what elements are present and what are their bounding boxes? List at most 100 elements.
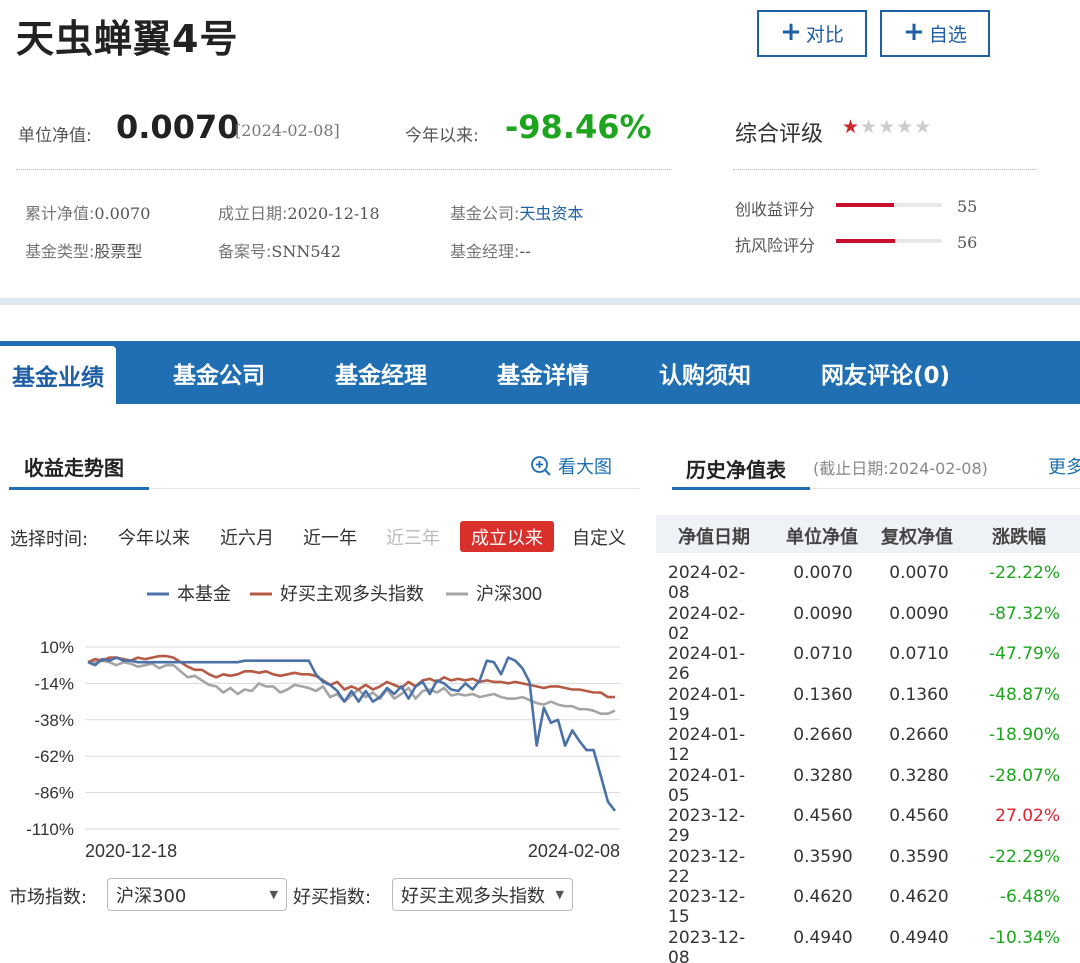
- view-large-chart-link[interactable]: 看大图: [530, 453, 612, 479]
- cell-change: -22.22%: [989, 563, 1060, 583]
- ytd-label: 今年以来:: [405, 126, 479, 146]
- watchlist-label: 自选: [928, 24, 967, 46]
- performance-title: 收益走势图: [24, 456, 124, 480]
- star-empty-icon: ★: [878, 116, 897, 138]
- market-index-value: 沪深300: [116, 885, 187, 907]
- section-band: [0, 298, 1080, 305]
- cell-change: -28.07%: [989, 765, 1060, 786]
- establish-date-label: 成立日期:: [218, 204, 288, 223]
- unit-nav-label: 单位净值:: [18, 126, 92, 146]
- plus-icon: +: [903, 17, 925, 47]
- y-tick-label: -86%: [34, 784, 74, 803]
- y-tick-label: -38%: [34, 711, 74, 730]
- cell-date: 2024-01-26: [668, 644, 746, 684]
- compare-label: 对比: [805, 24, 844, 46]
- fund-company-label: 基金公司:: [450, 204, 520, 223]
- return-score-label: 创收益评分: [735, 200, 816, 219]
- tab-user-comments[interactable]: 网友评论(0): [821, 341, 950, 404]
- range-since-inception[interactable]: 成立以来: [460, 521, 554, 552]
- cell-unit-nav: 0.0070: [793, 563, 853, 583]
- star-empty-icon: ★: [896, 116, 915, 138]
- series-line-0: [87, 656, 617, 812]
- haomai-index-select[interactable]: 好买主观多头指数 ▼: [392, 878, 573, 911]
- dropdown-arrow-icon: ▼: [555, 888, 564, 901]
- rating-stars: ★★★★★: [842, 116, 932, 138]
- record-number-label: 备案号:: [218, 242, 272, 261]
- history-cutoff-date: (截止日期:2024-02-08): [813, 459, 988, 478]
- time-range-label: 选择时间:: [10, 529, 89, 550]
- fund-company-link[interactable]: 天虫资本: [519, 204, 583, 223]
- star-empty-icon: ★: [914, 116, 933, 138]
- dropdown-arrow-icon: ▼: [269, 888, 278, 901]
- cell-adjusted-nav: 0.4560: [889, 806, 949, 826]
- cell-date: 2023-12-29: [668, 806, 746, 846]
- cell-date: 2023-12-08: [668, 927, 746, 963]
- cell-unit-nav: 0.4560: [793, 806, 853, 826]
- cell-unit-nav: 0.0090: [793, 603, 853, 624]
- unit-nav-date: [2024-02-08]: [235, 121, 340, 140]
- cell-adjusted-nav: 0.3280: [889, 765, 949, 786]
- accumulated-nav-label: 累计净值:: [25, 204, 95, 223]
- star-empty-icon: ★: [860, 116, 879, 138]
- x-tick-label: 2020-12-18: [85, 841, 177, 861]
- range-custom[interactable]: 自定义: [566, 521, 632, 552]
- tab-fund-performance[interactable]: 基金业绩: [0, 346, 116, 404]
- range-ytd[interactable]: 今年以来: [112, 521, 196, 552]
- y-tick-label: -110%: [26, 820, 74, 839]
- zoom-in-icon: [531, 456, 551, 476]
- risk-score-fill: [836, 239, 896, 243]
- plus-icon: +: [780, 17, 802, 47]
- cell-change: -48.87%: [989, 684, 1060, 705]
- cell-unit-nav: 0.1360: [793, 684, 853, 705]
- view-large-chart-label: 看大图: [558, 457, 612, 478]
- cell-change: 27.02%: [995, 806, 1060, 826]
- compare-button[interactable]: + 对比: [757, 10, 867, 57]
- legend-item: 本基金: [177, 584, 231, 604]
- cell-change: -87.32%: [989, 603, 1060, 624]
- fund-manager: 基金经理:--: [450, 238, 531, 262]
- fund-type-label: 基金类型:: [25, 242, 95, 261]
- cell-adjusted-nav: 0.2660: [889, 725, 949, 745]
- range-6m[interactable]: 近六月: [214, 521, 280, 552]
- accumulated-nav: 累计净值:0.0070: [25, 200, 150, 224]
- tab-fund-manager[interactable]: 基金经理: [335, 341, 427, 404]
- tab-subscription-notes[interactable]: 认购须知: [659, 341, 751, 404]
- fund-manager-value: --: [519, 242, 531, 261]
- fund-title: 天虫蝉翼4号: [16, 17, 239, 61]
- market-index-select[interactable]: 沪深300 ▼: [107, 878, 287, 911]
- cell-unit-nav: 0.0710: [793, 644, 853, 664]
- y-tick-label: 10%: [40, 638, 74, 657]
- cell-change: -22.29%: [989, 846, 1060, 867]
- rating-title: 综合评级: [735, 122, 824, 147]
- risk-score-bar: [836, 239, 942, 243]
- cell-date: 2024-02-02: [668, 603, 746, 644]
- performance-chart: 10% -14% -38% -62% -86% -110% 2020-12-18 2024-0…: [26, 584, 620, 861]
- column-header-change: 涨跌幅: [992, 527, 1046, 548]
- cell-adjusted-nav: 0.4620: [889, 887, 949, 907]
- return-score-value: 55: [957, 197, 978, 216]
- cell-date: 2024-01-19: [668, 684, 746, 725]
- tab-fund-company[interactable]: 基金公司: [173, 341, 265, 404]
- add-watchlist-button[interactable]: + 自选: [880, 10, 990, 57]
- more-history-link[interactable]: 更多: [1048, 453, 1080, 479]
- x-tick-label: 2024-02-08: [528, 841, 620, 861]
- cell-adjusted-nav: 0.4940: [889, 927, 949, 948]
- y-tick-label: -62%: [34, 747, 74, 766]
- cell-change: -10.34%: [989, 927, 1060, 948]
- history-title: 历史净值表: [686, 458, 786, 482]
- cell-change: -18.90%: [989, 725, 1060, 745]
- range-3y: 近三年: [386, 527, 440, 549]
- cell-unit-nav: 0.4940: [793, 927, 853, 948]
- risk-score-label: 抗风险评分: [735, 236, 816, 255]
- performance-title-underline: [9, 487, 149, 490]
- fund-company: 基金公司:天虫资本: [450, 200, 583, 224]
- fund-type: 基金类型:股票型: [25, 238, 142, 262]
- column-header-adjusted-nav: 复权净值: [881, 527, 953, 548]
- unit-nav-value: 0.0070: [116, 108, 240, 146]
- fund-type-value: 股票型: [94, 242, 143, 261]
- range-1y[interactable]: 近一年: [297, 521, 363, 552]
- tab-fund-details[interactable]: 基金详情: [497, 341, 589, 404]
- record-number: 备案号:SNN542: [218, 238, 341, 262]
- return-score-fill: [836, 203, 895, 207]
- record-number-value: SNN542: [271, 242, 341, 261]
